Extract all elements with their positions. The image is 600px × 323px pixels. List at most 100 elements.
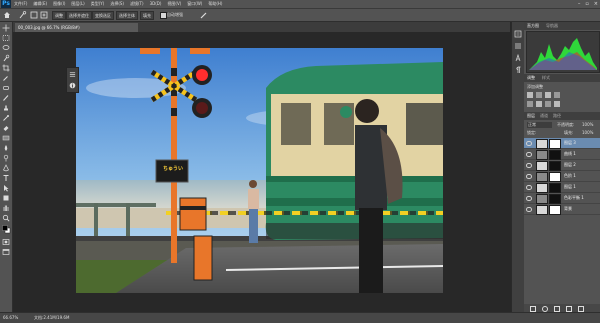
menu-item[interactable]: 帮助(H) <box>208 0 222 8</box>
tab-navigator[interactable]: 导航器 <box>546 22 558 30</box>
layer-row[interactable]: 图层 3 <box>524 138 600 149</box>
visibility-eye-icon[interactable] <box>526 174 532 179</box>
histogram-panel-tabs: 直方图 导航器 <box>524 22 600 30</box>
layer-name: 图层 3 <box>564 140 576 145</box>
character-panel-icon[interactable] <box>514 54 522 62</box>
document-image[interactable]: ちゅうい <box>76 48 443 293</box>
info-icon[interactable] <box>69 82 76 89</box>
shape-tool-icon[interactable] <box>2 194 10 202</box>
blend-mode-select[interactable]: 正常 <box>527 122 552 128</box>
gradient-tool-icon[interactable] <box>2 134 10 142</box>
photoshop-logo: Ps <box>1 0 11 8</box>
tab-styles[interactable]: 样式 <box>542 74 550 82</box>
black-white-icon[interactable] <box>554 101 560 107</box>
railway-crossing-photo <box>76 48 443 293</box>
tab-channels[interactable]: 通道 <box>540 112 548 120</box>
paragraph-panel-icon[interactable] <box>514 66 522 74</box>
eraser-tool-icon[interactable] <box>2 124 10 132</box>
blur-tool-icon[interactable] <box>2 144 10 152</box>
menu-item[interactable]: 3D(D) <box>150 0 162 8</box>
history-brush-tool-icon[interactable] <box>2 114 10 122</box>
tab-histogram[interactable]: 直方图 <box>527 22 539 30</box>
visibility-eye-icon[interactable] <box>526 163 532 168</box>
pen-tool-icon[interactable] <box>2 164 10 172</box>
lock-label: 锁定: <box>527 130 537 135</box>
color-swatches-icon[interactable] <box>2 225 11 234</box>
fill-label: 填充: <box>564 130 574 135</box>
visibility-eye-icon[interactable] <box>526 141 532 146</box>
right-panels: 直方图 导航器 调整 样式 添加调整 图层 通道 路径 正常 不透明度: 100… <box>524 22 600 312</box>
visibility-eye-icon[interactable] <box>526 196 532 201</box>
menu-item[interactable]: 选择(S) <box>110 0 124 8</box>
hand-tool-icon[interactable] <box>2 204 10 212</box>
dodge-tool-icon[interactable] <box>2 154 10 162</box>
move-tool-icon[interactable] <box>2 24 10 32</box>
quick-selection-tool-icon[interactable] <box>18 11 27 19</box>
document-tab[interactable]: 00_003.jpg @ 66.7% (RGB/8#) <box>15 23 138 32</box>
layer-row[interactable]: 曲线 1 <box>524 149 600 160</box>
brightness-icon[interactable] <box>527 92 533 98</box>
crop-tool-icon[interactable] <box>2 64 10 72</box>
properties-panel-icon[interactable] <box>514 42 522 50</box>
quick-select-tool-icon[interactable] <box>2 54 10 62</box>
exposure-icon[interactable] <box>554 92 560 98</box>
zoom-tool-icon[interactable] <box>2 214 10 222</box>
layer-thumbnail <box>536 194 548 204</box>
minimize-button[interactable]: – <box>578 0 581 8</box>
visibility-eye-icon[interactable] <box>526 207 532 212</box>
adjustments-icon[interactable] <box>69 71 76 78</box>
layer-row[interactable]: 图层 1 <box>524 182 600 193</box>
menu-item[interactable]: 图像(I) <box>53 0 65 8</box>
maximize-button[interactable]: ▫ <box>585 0 588 8</box>
menu-bar: Ps 文件(F) 编辑(E) 图像(I) 图层(L) 类型(Y) 选择(S) 滤镜(T) 3D… <box>0 0 600 9</box>
brush-tool-icon[interactable] <box>2 94 10 102</box>
select-mask-button[interactable]: 选择并遮住 <box>66 11 92 20</box>
visibility-eye-icon[interactable] <box>526 152 532 157</box>
lasso-tool-icon[interactable] <box>2 44 10 52</box>
auto-enhance-label: 自动增强 <box>167 12 183 17</box>
layer-row[interactable]: 色彩平衡 1 <box>524 193 600 204</box>
menu-item[interactable]: 窗口(W) <box>187 0 202 8</box>
menu-item[interactable]: 编辑(E) <box>33 0 47 8</box>
history-panel-icon[interactable] <box>514 30 522 38</box>
layer-row[interactable]: 背景 <box>524 204 600 215</box>
visibility-eye-icon[interactable] <box>526 185 532 190</box>
menu-item[interactable]: 图层(L) <box>71 0 84 8</box>
levels-icon[interactable] <box>536 92 542 98</box>
type-tool-icon[interactable] <box>2 174 10 182</box>
canvas-area[interactable]: ちゅうい <box>13 33 510 311</box>
menu-item[interactable]: 文件(F) <box>14 0 27 8</box>
close-button[interactable]: × <box>594 0 598 8</box>
hue-saturation-icon[interactable] <box>536 101 542 107</box>
tab-layers[interactable]: 图层 <box>527 112 535 120</box>
select-subject-button[interactable]: 选择主体 <box>116 11 138 20</box>
opacity-value[interactable]: 100% <box>582 122 593 128</box>
marquee-tool-icon[interactable] <box>2 34 10 42</box>
histogram-chart <box>529 38 597 70</box>
screen-mode-icon[interactable] <box>2 248 10 256</box>
auto-enhance-checkbox[interactable] <box>160 12 167 19</box>
menu-item[interactable]: 类型(Y) <box>91 0 105 8</box>
new-selection-icon[interactable] <box>30 11 38 19</box>
quick-mask-icon[interactable] <box>2 238 10 246</box>
transform-selection-button[interactable]: 变换选区 <box>92 11 114 20</box>
adjust-button[interactable]: 调整 <box>52 11 66 20</box>
menu-item[interactable]: 滤镜(T) <box>130 0 144 8</box>
tab-adjustments[interactable]: 调整 <box>527 74 535 82</box>
path-selection-tool-icon[interactable] <box>2 184 10 192</box>
layer-row[interactable]: 色阶 1 <box>524 171 600 182</box>
brush-settings-icon[interactable] <box>200 11 208 19</box>
eyedropper-tool-icon[interactable] <box>2 74 10 82</box>
healing-brush-tool-icon[interactable] <box>2 84 10 92</box>
color-balance-icon[interactable] <box>545 101 551 107</box>
layer-row[interactable]: 图层 2 <box>524 160 600 171</box>
clone-stamp-tool-icon[interactable] <box>2 104 10 112</box>
vibrance-icon[interactable] <box>527 101 533 107</box>
home-icon[interactable] <box>3 11 11 19</box>
fill-button[interactable]: 填充 <box>140 11 154 20</box>
menu-item[interactable]: 视图(V) <box>167 0 181 8</box>
tab-paths[interactable]: 路径 <box>553 112 561 120</box>
fill-value[interactable]: 100% <box>582 130 593 136</box>
curves-icon[interactable] <box>545 92 551 98</box>
add-selection-icon[interactable] <box>40 11 48 19</box>
